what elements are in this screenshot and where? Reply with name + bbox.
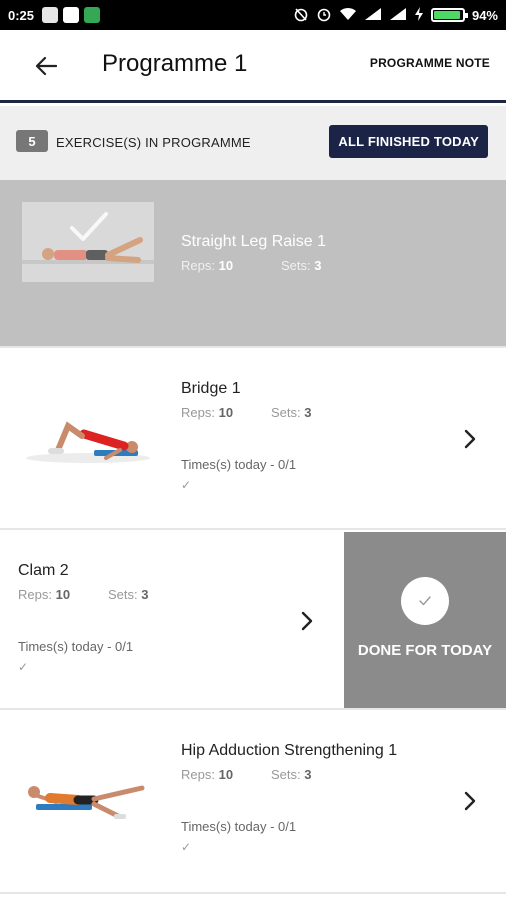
battery-percent: 94% (471, 7, 498, 23)
notification-app-icon (42, 7, 59, 23)
app-bar: Programme 1 PROGRAMME NOTE (0, 30, 506, 103)
check-icon: ✓ (181, 478, 192, 492)
chevron-right-icon[interactable] (458, 789, 482, 813)
notification-app-icon (84, 7, 101, 23)
programme-summary: 5 EXERCISE(S) IN PROGRAMME ALL FINISHED … (0, 106, 506, 180)
exercise-name: Straight Leg Raise 1 (181, 233, 326, 250)
done-for-today-label: DONE FOR TODAY (357, 642, 493, 659)
back-button[interactable] (30, 50, 62, 82)
done-for-today-action[interactable]: DONE FOR TODAY (344, 532, 506, 708)
page-title: Programme 1 (102, 50, 248, 77)
alarm-off-icon (293, 6, 309, 25)
signal-icon (389, 7, 407, 24)
exercise-name: Bridge 1 (181, 380, 241, 397)
times-today-label: Times(s) today - 0/1 (18, 639, 134, 654)
signal-icon (364, 7, 382, 24)
exercise-count-badge: 5 (16, 130, 48, 152)
all-finished-today-button[interactable]: ALL FINISHED TODAY (329, 125, 488, 158)
chevron-right-icon[interactable] (295, 609, 319, 633)
arrow-left-icon (35, 56, 57, 76)
exercise-reps: Reps: 10 (18, 587, 71, 602)
exercise-sets: Sets: 3 (281, 258, 322, 273)
exercise-row[interactable]: Bridge 1 Reps: 10 Sets: 3 Times(s) today… (0, 350, 506, 530)
exercise-row[interactable]: Hip Adduction Strengthening 1 Reps: 10 S… (0, 712, 506, 894)
times-today-label: Times(s) today - 0/1 (181, 819, 297, 834)
exercise-name: Clam 2 (18, 562, 69, 579)
status-time: 0:25 (8, 7, 35, 23)
checkmark-icon (70, 212, 108, 241)
exercise-sets: Sets: 3 (271, 767, 312, 782)
play-store-icon (63, 7, 80, 23)
exercise-name: Hip Adduction Strengthening 1 (181, 742, 398, 759)
exercise-thumbnail (22, 764, 154, 844)
exercise-reps: Reps: 10 (181, 258, 234, 273)
chevron-right-icon[interactable] (458, 427, 482, 451)
charging-icon (414, 6, 424, 24)
exercise-row-completed[interactable]: Straight Leg Raise 1 Reps: 10 Sets: 3 (0, 180, 506, 348)
exercise-row-swiped[interactable]: Clam 2 Reps: 10 Sets: 3 Times(s) today -… (0, 532, 506, 710)
exercise-thumbnail (22, 202, 154, 282)
alarm-icon (316, 6, 332, 25)
battery-icon (430, 8, 468, 22)
exercise-reps: Reps: 10 (181, 405, 234, 420)
exercise-thumbnail (22, 400, 154, 480)
times-today-label: Times(s) today - 0/1 (181, 457, 297, 472)
programme-note-button[interactable]: PROGRAMME NOTE (370, 56, 490, 70)
status-bar: 0:25 94% (0, 0, 506, 30)
check-circle-icon (401, 577, 449, 625)
check-icon: ✓ (18, 660, 29, 674)
check-icon: ✓ (181, 840, 192, 854)
exercise-sets: Sets: 3 (271, 405, 312, 420)
exercise-sets: Sets: 3 (108, 587, 149, 602)
exercise-count-label: EXERCISE(S) IN PROGRAMME (56, 135, 251, 150)
wifi-icon (339, 7, 357, 24)
exercise-reps: Reps: 10 (181, 767, 234, 782)
